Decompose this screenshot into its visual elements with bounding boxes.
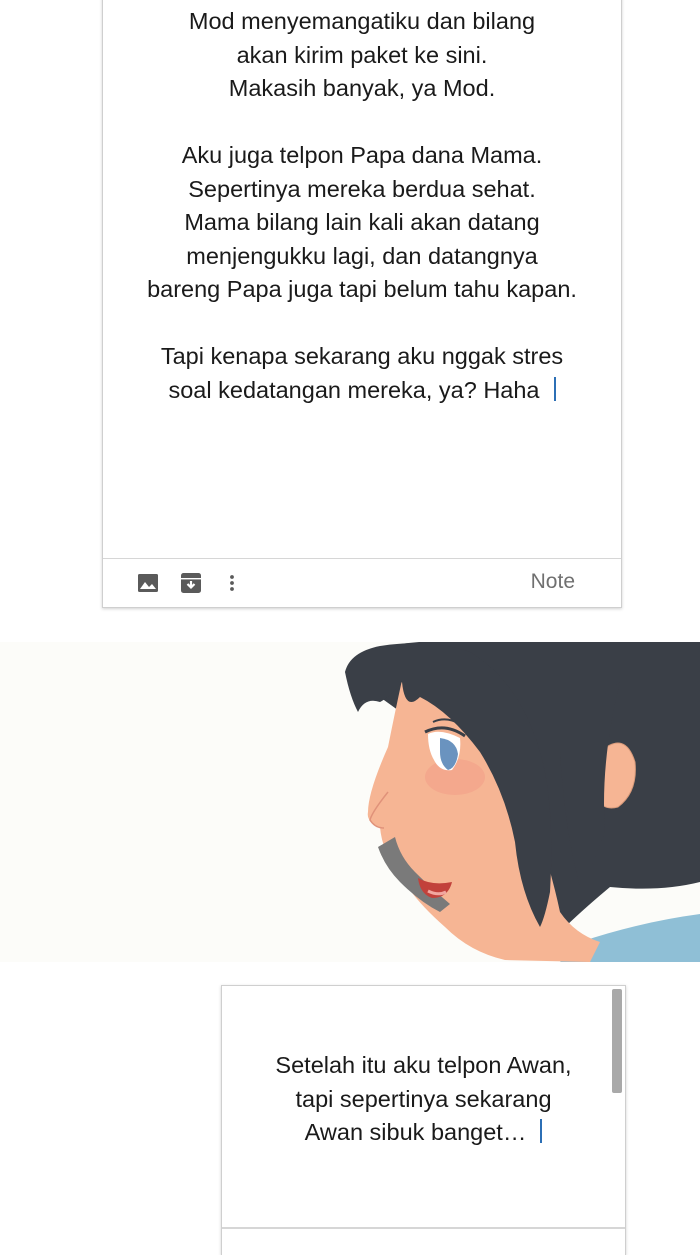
- note-line: tapi sepertinya sekarang: [295, 1085, 552, 1112]
- note-line: Makasih banyak, ya Mod.: [228, 75, 496, 101]
- note-line: Sepertinya mereka berdua sehat.: [188, 175, 536, 202]
- note-body-text[interactable]: Setelah itu aku telpon Awan, tapi sepert…: [222, 1049, 625, 1150]
- note-label: Note: [530, 570, 575, 593]
- text-caret: [553, 376, 556, 401]
- note-line: akan kirim paket ke sini.: [236, 41, 488, 68]
- note-card-bottom: Setelah itu aku telpon Awan, tapi sepert…: [221, 985, 626, 1255]
- note-line: menjengukku lagi, dan datangnya: [186, 242, 538, 269]
- more-vert-icon[interactable]: [228, 572, 236, 599]
- note-line: Awan sibuk banget…: [304, 1119, 527, 1145]
- image-icon[interactable]: [137, 572, 159, 599]
- note-line: Setelah itu aku telpon Awan,: [275, 1052, 572, 1078]
- note-card-top: Mod menyemangatiku dan bilang akan kirim…: [102, 0, 622, 608]
- note-line: Tapi kenapa sekarang aku nggak stres: [160, 343, 564, 369]
- note-toolbar: Note: [103, 558, 621, 607]
- text-caret: [540, 1119, 543, 1143]
- archive-icon[interactable]: [180, 572, 202, 599]
- note-body-text[interactable]: Mod menyemangatiku dan bilang akan kirim…: [103, 5, 621, 407]
- note-line: Mama bilang lain kali akan datang: [184, 209, 540, 235]
- note-line: Mod menyemangatiku dan bilang: [188, 8, 536, 34]
- note-line: bareng Papa juga tapi belum tahu kapan.: [147, 276, 577, 302]
- toolbar-divider: [222, 1227, 625, 1229]
- girl-profile-illustration: [345, 642, 700, 962]
- illustration-panel: [0, 642, 700, 962]
- note-line: soal kedatangan mereka, ya? Haha: [168, 376, 540, 403]
- note-line: Aku juga telpon Papa dana Mama.: [181, 142, 543, 168]
